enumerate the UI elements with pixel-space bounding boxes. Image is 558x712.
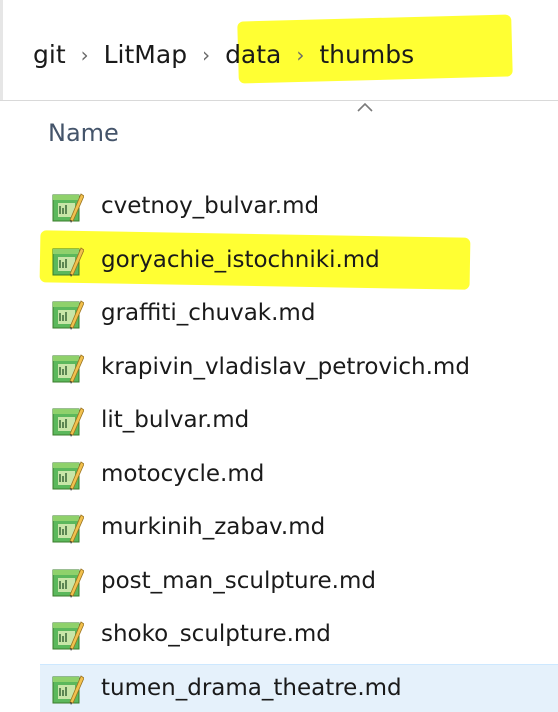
file-name: shoko_sculpture.md xyxy=(101,621,331,647)
file-row[interactable]: motocycle.md xyxy=(0,448,558,502)
file-row[interactable]: shoko_sculpture.md xyxy=(0,608,558,662)
address-bar-edge xyxy=(0,0,3,100)
file-explorer-window: git › LitMap › data › thumbs Name cvetno… xyxy=(0,0,558,712)
breadcrumb-item-litmap[interactable]: LitMap xyxy=(101,33,190,77)
breadcrumb-item-thumbs[interactable]: thumbs xyxy=(316,33,417,77)
breadcrumb-item-git[interactable]: git xyxy=(30,33,69,77)
sort-ascending-icon xyxy=(357,102,373,112)
breadcrumb-item-data[interactable]: data xyxy=(222,33,284,77)
markdown-file-icon xyxy=(50,511,85,545)
markdown-file-icon xyxy=(50,618,85,652)
file-row[interactable]: goryachie_istochniki.md xyxy=(0,234,558,288)
markdown-file-icon xyxy=(50,190,85,224)
file-row[interactable]: graffiti_chuvak.md xyxy=(0,287,558,341)
markdown-file-icon xyxy=(50,458,85,492)
chevron-right-icon[interactable]: › xyxy=(284,33,316,77)
markdown-file-icon xyxy=(50,297,85,331)
chevron-right-icon[interactable]: › xyxy=(190,33,222,77)
file-row[interactable]: post_man_sculpture.md xyxy=(0,555,558,609)
file-name: graffiti_chuvak.md xyxy=(101,300,316,326)
file-name: murkinih_zabav.md xyxy=(101,514,326,540)
markdown-file-icon xyxy=(50,244,85,278)
markdown-file-icon xyxy=(50,672,85,706)
markdown-file-icon xyxy=(50,565,85,599)
file-name: tumen_drama_theatre.md xyxy=(101,674,402,701)
file-name: lit_bulvar.md xyxy=(101,407,250,433)
file-name: motocycle.md xyxy=(101,460,265,487)
markdown-file-icon xyxy=(50,404,85,438)
address-bar[interactable]: git › LitMap › data › thumbs xyxy=(0,0,558,101)
chevron-right-icon[interactable]: › xyxy=(69,33,101,77)
file-name: cvetnoy_bulvar.md xyxy=(101,193,320,219)
file-row[interactable]: cvetnoy_bulvar.md xyxy=(0,180,558,234)
file-row[interactable]: murkinih_zabav.md xyxy=(0,501,558,555)
file-name: goryachie_istochniki.md xyxy=(101,246,380,273)
file-row[interactable]: tumen_drama_theatre.md xyxy=(0,662,558,712)
markdown-file-icon xyxy=(50,351,85,385)
file-name: krapivin_vladislav_petrovich.md xyxy=(101,353,470,380)
file-row[interactable]: krapivin_vladislav_petrovich.md xyxy=(0,341,558,395)
column-header-name[interactable]: Name xyxy=(48,116,119,150)
file-list: cvetnoy_bulvar.md goryachie_istochniki.md… xyxy=(0,180,558,712)
file-name: post_man_sculpture.md xyxy=(101,567,376,594)
file-row[interactable]: lit_bulvar.md xyxy=(0,394,558,448)
breadcrumb: git › LitMap › data › thumbs xyxy=(30,33,417,77)
